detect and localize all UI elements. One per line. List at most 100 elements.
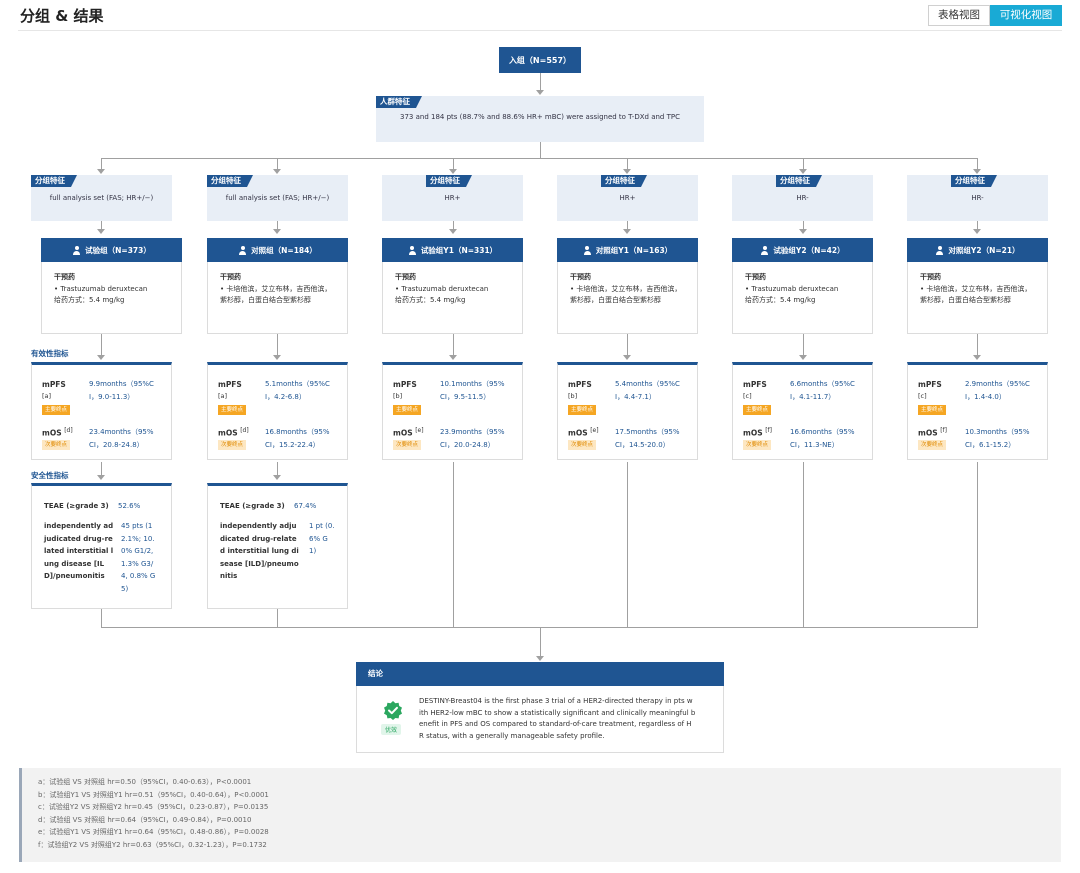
mpfs-value-line2: I，4.1-11.7） bbox=[790, 393, 836, 401]
secondary-endpoint-badge: 次要终点 bbox=[918, 440, 947, 450]
group-feature-text: HR- bbox=[971, 194, 984, 202]
mos-value-line2: CI，6.1-15.2） bbox=[965, 441, 1016, 449]
conclusion-text: DESTINY-Breast04 is the first phase 3 tr… bbox=[419, 697, 696, 740]
table-view-button[interactable]: 表格视图 bbox=[928, 5, 990, 26]
efficacy-box: mPFS [a] 主要终点 5.1months（95%C I，4.2-6.8） … bbox=[207, 362, 348, 460]
arm-intervention: 干预药 • 卡培他滨，艾立布林，吉西他滨，紫杉醇，白蛋白结合型紫杉醇 bbox=[907, 262, 1048, 334]
intervention-drug: • Trastuzumab deruxtecan bbox=[745, 284, 839, 293]
arm-header-control-y2[interactable]: 对照组Y2（N=21） bbox=[907, 238, 1048, 262]
mpfs-ref: [c] bbox=[918, 392, 927, 400]
mos-label: mOS bbox=[218, 428, 238, 438]
arm-intervention: 干预药 • 卡培他滨，艾立布林，吉西他滨，紫杉醇，白蛋白结合型紫杉醇 bbox=[207, 262, 348, 334]
primary-endpoint-badge: 主要终点 bbox=[743, 405, 772, 415]
mpfs-label: mPFS bbox=[42, 380, 66, 389]
mos-value-line1: 17.5months（95% bbox=[615, 428, 680, 436]
group-feature-node: 分组特征 HR- bbox=[907, 175, 1048, 221]
group-feature-text: HR+ bbox=[619, 194, 636, 202]
group-feature-text: HR+ bbox=[444, 194, 461, 202]
primary-endpoint-badge: 主要终点 bbox=[393, 405, 422, 415]
mpfs-value-line1: 10.1months（95% bbox=[440, 380, 505, 388]
safety-section-title: 安全性指标 bbox=[31, 471, 69, 480]
mos-value-line2: CI，11.3-NE） bbox=[790, 441, 839, 449]
footnote: a：试验组 VS 对照组 hr=0.50（95%CI，0.40-0.63），P<… bbox=[38, 778, 252, 786]
mos-value-line2: CI，20.8-24.8） bbox=[89, 441, 144, 449]
mpfs-value-line2: I，1.4-4.0） bbox=[965, 393, 1006, 401]
footnote: d：试验组 VS 对照组 hr=0.64（95%CI，0.49-0.84），P=… bbox=[38, 815, 252, 824]
arm-header-test-y2[interactable]: 试验组Y2（N=42） bbox=[732, 238, 873, 262]
mpfs-label: mPFS bbox=[568, 380, 592, 389]
mpfs-value-line2: I，4.4-7.1） bbox=[615, 393, 656, 401]
intervention-dose: 给药方式：5.4 mg/kg bbox=[54, 296, 125, 304]
safety-box: TEAE (≥grade 3) 67.4% independently adju… bbox=[207, 483, 348, 609]
intervention-dose: 给药方式：5.4 mg/kg bbox=[395, 296, 466, 304]
arm-header-control[interactable]: 对照组（N=184） bbox=[207, 238, 348, 262]
efficacy-box: mPFS [a] 主要终点 9.9months（95%C I，9.0-11.3）… bbox=[31, 362, 172, 460]
header-divider bbox=[18, 30, 1062, 31]
teae-label: TEAE (≥grade 3) bbox=[44, 502, 109, 510]
mpfs-value-line2: I，4.2-6.8） bbox=[265, 393, 306, 401]
mpfs-label: mPFS bbox=[218, 380, 242, 389]
ild-value: 45 pts (1 2.1%; 10. 0% G1/2, 1.3% G3/ 4,… bbox=[121, 522, 156, 593]
group-feature-text: HR- bbox=[796, 194, 809, 202]
mos-ref: [e] bbox=[415, 427, 424, 434]
ild-label: independently adju dicated drug-relate d… bbox=[220, 522, 299, 580]
group-feature-node: 分组特征 full analysis set (FAS; HR+/−) bbox=[31, 175, 172, 221]
intervention-drug: • 卡培他滨，艾立布林，吉西他滨，紫杉醇，白蛋白结合型紫杉醇 bbox=[570, 284, 682, 305]
mos-ref: [d] bbox=[240, 427, 249, 434]
view-toggle: 表格视图 可视化视图 bbox=[928, 5, 1062, 26]
mpfs-value-line2: I，9.0-11.3） bbox=[89, 393, 135, 401]
mos-value-line2: CI，15.2-22.4） bbox=[265, 441, 320, 449]
mpfs-ref: [b] bbox=[393, 392, 403, 400]
arm-header-test-y1[interactable]: 试验组Y1（N=331） bbox=[382, 238, 523, 262]
arm-name: 对照组Y1（N=163） bbox=[595, 245, 673, 255]
mos-label: mOS bbox=[743, 428, 763, 438]
group-feature-tag: 分组特征 bbox=[601, 175, 647, 187]
intervention-drug: • 卡培他滨，艾立布林，吉西他滨，紫杉醇，白蛋白结合型紫杉醇 bbox=[920, 284, 1032, 305]
intervention-label: 干预药 bbox=[54, 273, 75, 281]
efficacy-box: mPFS [b] 主要终点 10.1months（95% CI，9.5-11.5… bbox=[382, 362, 523, 460]
arm-name: 试验组（N=373） bbox=[85, 245, 151, 255]
population-tag: 人群特征 bbox=[376, 96, 422, 108]
mos-value-line1: 16.6months（95% bbox=[790, 428, 855, 436]
secondary-endpoint-badge: 次要终点 bbox=[743, 440, 772, 450]
intervention-drug: • 卡培他滨，艾立布林，吉西他滨，紫杉醇，白蛋白结合型紫杉醇 bbox=[220, 284, 332, 305]
arm-header-control-y1[interactable]: 对照组Y1（N=163） bbox=[557, 238, 698, 262]
footnote: b：试验组Y1 VS 对照组Y1 hr=0.51（95%CI，0.40-0.64… bbox=[38, 790, 269, 799]
mos-value-line2: CI，14.5-20.0） bbox=[615, 441, 670, 449]
group-feature-node: 分组特征 HR+ bbox=[557, 175, 698, 221]
mpfs-label: mPFS bbox=[393, 380, 417, 389]
ild-label: independently ad judicated drug-re lated… bbox=[44, 522, 114, 580]
person-icon bbox=[935, 245, 944, 255]
enrollment-node: 入组（N=557） bbox=[499, 47, 581, 73]
intervention-dose: 给药方式：5.4 mg/kg bbox=[745, 296, 816, 304]
arm-name: 试验组Y2（N=42） bbox=[773, 245, 845, 255]
footnote: c：试验组Y2 VS 对照组Y2 hr=0.45（95%CI，0.23-0.87… bbox=[38, 803, 269, 812]
efficacy-box: mPFS [c] 主要终点 2.9months（95%C I，1.4-4.0） … bbox=[907, 362, 1048, 460]
arm-intervention: 干预药 • Trastuzumab deruxtecan 给药方式：5.4 mg… bbox=[41, 262, 182, 334]
intervention-label: 干预药 bbox=[395, 273, 416, 281]
efficacy-box: mPFS [c] 主要终点 6.6months（95%C I，4.1-11.7）… bbox=[732, 362, 873, 460]
arm-header-test[interactable]: 试验组（N=373） bbox=[41, 238, 182, 262]
arm-name: 对照组Y2（N=21） bbox=[948, 245, 1020, 255]
intervention-label: 干预药 bbox=[745, 273, 766, 281]
secondary-endpoint-badge: 次要终点 bbox=[218, 440, 247, 450]
mos-value-line1: 23.9months（95% bbox=[440, 428, 505, 436]
safety-box: TEAE (≥grade 3) 52.6% independently ad j… bbox=[31, 483, 172, 609]
conclusion-body: 优效 DESTINY-Breast04 is the first phase 3… bbox=[356, 686, 724, 753]
person-icon bbox=[72, 245, 81, 255]
secondary-endpoint-badge: 次要终点 bbox=[568, 440, 597, 450]
primary-endpoint-badge: 主要终点 bbox=[918, 405, 947, 415]
group-feature-node: 分组特征 full analysis set (FAS; HR+/−) bbox=[207, 175, 348, 221]
group-feature-tag: 分组特征 bbox=[951, 175, 997, 187]
primary-endpoint-badge: 主要终点 bbox=[218, 405, 247, 415]
mos-label: mOS bbox=[568, 428, 588, 438]
ild-value: 1 pt (0. 6% G 1) bbox=[309, 522, 335, 555]
group-feature-tag: 分组特征 bbox=[207, 175, 253, 187]
mpfs-label: mPFS bbox=[743, 380, 767, 389]
superiority-badge: 优效 bbox=[381, 724, 402, 735]
primary-endpoint-badge: 主要终点 bbox=[42, 405, 71, 415]
arm-name: 试验组Y1（N=331） bbox=[420, 245, 498, 255]
visual-view-button[interactable]: 可视化视图 bbox=[990, 5, 1062, 26]
mos-value-line2: CI，20.0-24.8） bbox=[440, 441, 495, 449]
group-feature-node: 分组特征 HR- bbox=[732, 175, 873, 221]
